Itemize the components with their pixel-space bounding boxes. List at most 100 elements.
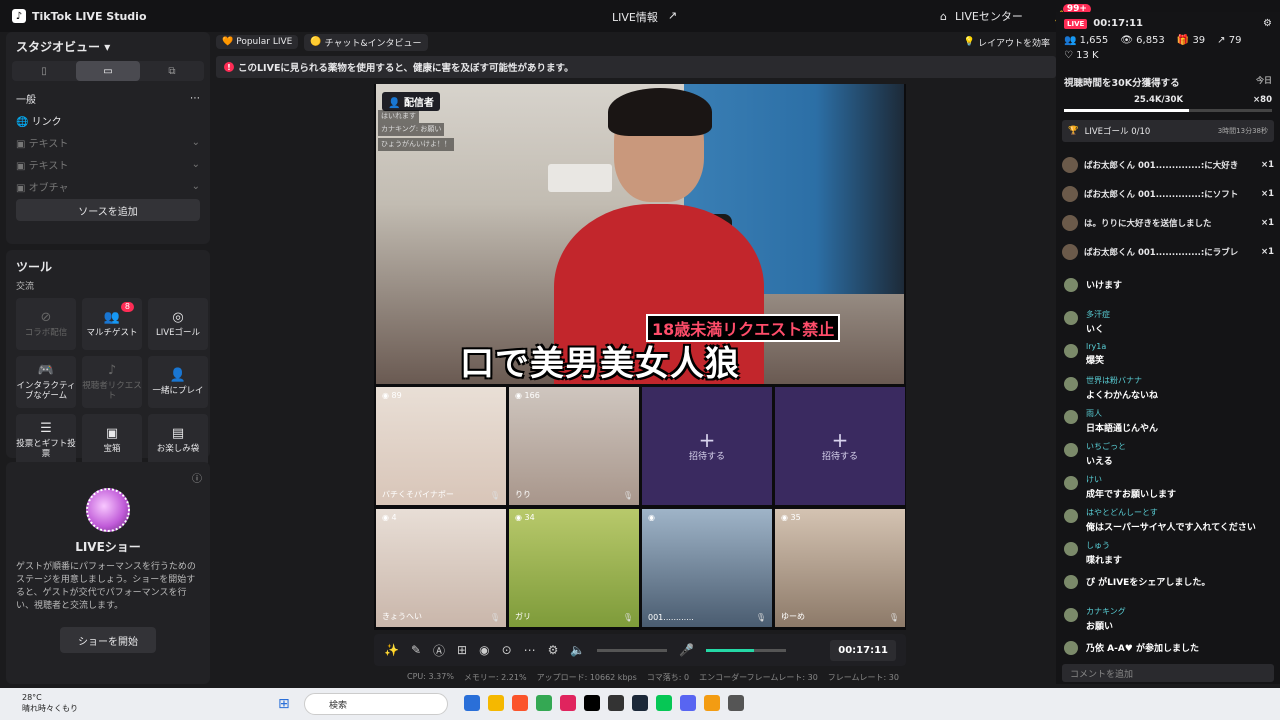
exchange-label: 交流 [16,282,35,292]
guest-video[interactable]: ◉ 34 ガリ 🎙 [509,509,639,627]
start-show-button[interactable]: ショーを開始 [60,627,156,653]
app-icon[interactable] [704,695,720,711]
host-video[interactable]: 👤 配信者 はいれます カナキング: お願い ひょうがんいけよ！！ 18歳未満リクエ… [376,84,904,384]
guest-name: きょうへい [382,612,422,621]
tool-tile[interactable]: ▤ お楽しみ袋 [148,414,208,466]
speaker-volume-slider[interactable] [597,648,668,652]
portrait-tab[interactable]: ▯ [12,61,76,81]
avatar [1064,278,1078,292]
chat-interview-chip[interactable]: 🟡 チャット&インタビュー [304,33,428,51]
watch-goal[interactable]: 視聴時間を30K分獲得する 今日 [1064,75,1272,89]
mic-icon[interactable]: 🎤 [679,643,694,657]
tiktok-app-icon[interactable] [584,695,600,711]
mic-icon: 🎙 [755,613,766,622]
capture-icon[interactable]: ⊙ [502,643,512,657]
settings-sliders-icon[interactable]: ⚙ [548,643,559,657]
likes-icon: ♡ 13 K [1064,50,1099,61]
settings-gear-icon[interactable] [728,695,744,711]
landscape-tab[interactable]: ▭ [76,61,140,81]
guest-video[interactable]: ◉ 4 きょうへい 🎙 [376,509,506,627]
avatar [1064,641,1078,655]
mic-icon: 🎙 [888,613,899,622]
comment-input[interactable]: コメントを追加 [1062,664,1274,682]
tool-tile[interactable]: ☰ 投票とギフト投票 [16,414,76,466]
share-icon[interactable]: ↗ [668,9,677,25]
guest-count: ◉ [648,513,655,522]
guest-name: バチくそパイナポー [382,490,454,499]
chat-comment[interactable]: けい 成年ですお願いします [1056,472,1280,505]
avatar [1064,344,1078,358]
tool-tile[interactable]: ◎ LIVEゴール [148,298,208,350]
edit-icon[interactable]: ✎ [411,643,421,657]
speaker-icon[interactable]: 🔈 [570,643,585,657]
invite-slot[interactable]: + 招待する [642,387,772,505]
app-icon[interactable] [608,695,624,711]
guest-video[interactable]: ◉ 166 りり 🎙 [509,387,639,505]
source-item[interactable]: ▣ テキスト ⌄ [6,131,210,153]
record-icon[interactable]: ◉ [479,643,489,657]
tool-tile[interactable]: 👤 一緒にプレイ [148,356,208,408]
tool-tile[interactable]: 👥 マルチゲスト 8 [82,298,142,350]
tool-tile[interactable]: ▣ 宝箱 [82,414,142,466]
goal-progress-bar [1064,109,1272,112]
chat-overlay: はいれます カナキング: お願い ひょうがんいけよ！！ [378,102,454,151]
ai-icon[interactable]: Ⓐ [433,642,445,659]
guest-video[interactable]: ◉ 35 ゆーめ 🎙 [775,509,905,627]
live-info[interactable]: LIVE情報 ↗ [612,9,677,25]
chat-comment[interactable]: lry1a 爆笑 [1056,340,1280,373]
home-icon[interactable]: ⌂ [940,10,947,23]
weather-widget[interactable]: 28°C 晴れ時々くもり [22,692,78,714]
tool-tile[interactable]: 🎮 インタラクティブなゲーム [16,356,76,408]
help-icon[interactable]: ⓘ [192,470,202,485]
invite-slot[interactable]: + 招待する [775,387,905,505]
chat-comment[interactable]: 多汗症 いく [1056,307,1280,340]
brave-icon[interactable] [512,695,528,711]
folder-icon[interactable] [488,695,504,711]
add-source-button[interactable]: ソースを追加 [16,199,200,221]
studio-view-dropdown[interactable]: スタジオビュー ▾ [6,32,210,61]
chat-comment[interactable]: いちごっと いえる [1056,439,1280,472]
dual-tab[interactable]: ⧉ [140,61,204,81]
windows-start-icon[interactable]: ⊞ [278,696,290,712]
tool-tile[interactable]: ♪ 視聴者リクエスト [82,356,142,408]
app-icon[interactable] [464,695,480,711]
views-icon: 👁 6,853 [1120,35,1165,46]
chat-comment[interactable]: カナキング お願い [1056,604,1280,637]
taskbar-search[interactable]: 検索 [304,693,448,715]
more-icon[interactable]: ⋯ [524,643,536,657]
chat-comment[interactable]: しゅう 喋れます [1056,538,1280,571]
live-center-link[interactable]: LIVEセンター [955,8,1023,24]
tool-tile[interactable]: ⊘ コラボ配信 [16,298,76,350]
line-icon[interactable] [656,695,672,711]
general-section[interactable]: 一般 ⋯ [6,87,210,109]
source-link[interactable]: 🌐 リンク [6,109,210,131]
settings-icon[interactable]: ⚙ [1263,18,1272,29]
guest-video[interactable]: ◉ 89 バチくそパイナポー 🎙 [376,387,506,505]
discord-icon[interactable] [680,695,696,711]
alert-icon: ! [224,62,234,72]
mic-icon: 🎙 [489,491,500,500]
tool-icon: ◎ [172,309,184,325]
layout-tip[interactable]: 💡 レイアウトを効率 [958,34,1056,51]
source-item[interactable]: ▣ テキスト ⌄ [6,153,210,175]
popular-live-chip[interactable]: 🧡 Popular LIVE [216,35,299,49]
app-icon[interactable] [560,695,576,711]
orientation-toggle[interactable]: ▯ ▭ ⧉ [12,61,204,81]
guest-name: 001............ [648,613,694,622]
effects-icon[interactable]: ✨ [384,643,399,657]
chrome-icon[interactable] [536,695,552,711]
chat-comment[interactable]: 世界は粉バナナ よくわかんないね [1056,373,1280,406]
avatar [1064,377,1078,391]
steam-icon[interactable] [632,695,648,711]
chat-comment[interactable]: ぴ がLIVEをシェアしました。 [1056,571,1280,604]
chat-comment[interactable]: 雨人 日本語通じんやん [1056,406,1280,439]
avatar [1064,608,1078,622]
add-icon[interactable]: ⊞ [457,643,467,657]
source-item[interactable]: ▣ オブチャ ⌄ [6,175,210,197]
live-goal-bar[interactable]: 🏆 LIVEゴール 0/10 3時間13分38秒 [1062,120,1274,142]
chat-comment[interactable]: いけます [1056,274,1280,307]
avatar [1064,410,1078,424]
chat-comment[interactable]: はやとどんしーとす 俺はスーパーサイヤ人です入れてください [1056,505,1280,538]
mic-volume-slider[interactable] [706,648,787,652]
guest-video[interactable]: ◉ 001............ 🎙 [642,509,772,627]
